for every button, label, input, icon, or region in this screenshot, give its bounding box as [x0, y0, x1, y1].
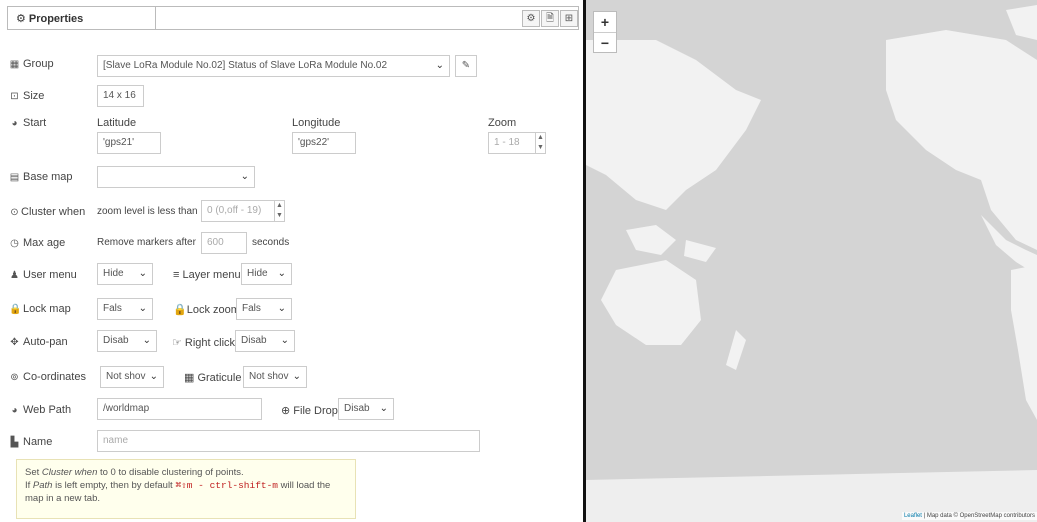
filedrop-label: ⊕ File Drop	[281, 405, 338, 417]
size-button[interactable]: 14 x 16	[97, 85, 144, 107]
leaflet-link[interactable]: Leaflet	[904, 513, 922, 519]
graticule-label: ▦ Graticule	[184, 372, 242, 384]
longitude-label: Longitude	[292, 117, 341, 129]
map-attribution: Leaflet | Map data © OpenStreetMap contr…	[901, 512, 1037, 520]
coords-label: ⊚ Co-ordinates	[10, 371, 86, 383]
chevron-down-icon: ⌄	[292, 371, 301, 382]
gear-icon: ⚙	[16, 13, 26, 25]
chevron-down-icon: ⌄	[435, 60, 444, 71]
cluster-text: zoom level is less than	[97, 206, 198, 217]
cluster-label: ⊙ Cluster when	[10, 206, 86, 218]
chevron-down-icon: ⌄	[277, 303, 286, 314]
tab-bar: ⚙ Properties ⚙ 🗎 ⊞	[7, 6, 579, 30]
map-tiles	[586, 0, 1037, 522]
webpath-label: ◕ Web Path	[9, 404, 71, 416]
lock-icon: 🔒	[173, 304, 187, 316]
chevron-down-icon: ⌄	[379, 403, 388, 414]
latitude-label: Latitude	[97, 117, 137, 129]
lock-icon: 🔒	[9, 304, 22, 315]
zoom-out-button[interactable]: −	[594, 33, 616, 53]
resize-icon: ⊡	[10, 91, 19, 102]
hand-pointer-icon: ☞	[172, 337, 185, 349]
lockmap-label: 🔒 Lock map	[9, 303, 71, 315]
chevron-down-icon: ⌄	[277, 268, 286, 279]
world-map[interactable]	[586, 0, 1037, 522]
autopan-select[interactable]: Disab ⌄	[97, 330, 157, 352]
coords-select[interactable]: Not shov ⌄	[100, 366, 164, 388]
cluster-stepper[interactable]: ▲ ▼	[274, 201, 284, 221]
rightclick-select[interactable]: Disab ⌄	[235, 330, 295, 352]
clock-icon: ◷	[10, 238, 19, 249]
group-select[interactable]: [Slave LoRa Module No.02] Status of Slav…	[97, 55, 450, 77]
zoom-in-button[interactable]: +	[594, 12, 616, 33]
settings-gear-icon[interactable]: ⚙	[522, 10, 540, 27]
size-label: ⊡ Size	[10, 90, 45, 102]
zoom-label: Zoom	[488, 117, 517, 129]
tip-line-1: Set Cluster when to 0 to disable cluster…	[25, 467, 244, 478]
maxage-text: Remove markers after	[97, 237, 196, 248]
file-icon: ▙	[10, 437, 19, 448]
name-label: ▙ Name	[10, 436, 53, 448]
basemap-label: ▤ Base map	[9, 171, 73, 183]
longitude-input[interactable]: 'gps22'	[292, 132, 356, 154]
map-icon: ▤	[9, 172, 20, 183]
group-select-value: [Slave LoRa Module No.02] Status of Slav…	[103, 60, 388, 71]
globe-icon: ◕	[11, 118, 18, 129]
tab-properties-label: Properties	[28, 13, 84, 25]
target-icon: ⊙	[10, 207, 19, 218]
zoom-stepper[interactable]: ▲ ▼	[535, 133, 545, 153]
lockzoom-select[interactable]: Fals ⌄	[236, 298, 292, 320]
crosshair-icon: ⊚	[10, 372, 19, 383]
tip-line-2: If Path is left empty, then by default ⌘…	[25, 480, 331, 491]
user-icon: ♟	[10, 270, 19, 281]
upload-icon: ⊕	[281, 405, 294, 417]
chevron-down-icon: ⌄	[138, 303, 147, 314]
table-icon: ▦	[9, 59, 20, 70]
chevron-down-icon: ⌄	[138, 268, 147, 279]
map-zoom-control: + −	[593, 11, 617, 53]
pencil-icon: ✎	[461, 60, 471, 71]
layermenu-select[interactable]: Hide ⌄	[241, 263, 292, 285]
graticule-select[interactable]: Not shov ⌄	[243, 366, 307, 388]
start-label: ◕ Start	[9, 117, 46, 129]
help-tip: Set Cluster when to 0 to disable cluster…	[16, 459, 356, 519]
layermenu-label: ≡ Layer menu	[173, 269, 241, 281]
tip-line-3: map in a new tab.	[25, 493, 100, 504]
appearance-icon[interactable]: ⊞	[560, 10, 578, 27]
usermenu-label: ♟ User menu	[10, 269, 77, 281]
lockzoom-label: 🔒Lock zoom	[173, 304, 240, 316]
basemap-select[interactable]: ⌄	[97, 166, 255, 188]
group-label: ▦ Group	[9, 58, 54, 70]
chevron-down-icon: ⌄	[280, 335, 289, 346]
edit-group-button[interactable]: ✎	[455, 55, 477, 77]
chevron-down-icon: ⌄	[149, 371, 158, 382]
maxage-input[interactable]: 600	[201, 232, 247, 254]
name-input[interactable]: name	[97, 430, 480, 452]
usermenu-select[interactable]: Hide ⌄	[97, 263, 153, 285]
description-icon[interactable]: 🗎	[541, 10, 559, 27]
grid-icon: ▦	[184, 372, 198, 384]
latitude-input[interactable]: 'gps21'	[97, 132, 161, 154]
zoom-input[interactable]: 1 - 18 ▲ ▼	[488, 132, 546, 154]
tab-properties[interactable]: ⚙ Properties	[8, 7, 156, 29]
maxage-label: ◷ Max age	[10, 237, 66, 249]
lockmap-select[interactable]: Fals ⌄	[97, 298, 153, 320]
filedrop-select[interactable]: Disab ⌄	[338, 398, 394, 420]
chevron-down-icon: ⌄	[240, 171, 249, 182]
cluster-input[interactable]: 0 (0,off - 19) ▲ ▼	[201, 200, 285, 222]
globe-icon: ◕	[11, 405, 18, 416]
properties-panel: ⚙ Properties ⚙ 🗎 ⊞ ▦ Group [Slave LoRa Mod…	[0, 0, 583, 522]
arrows-icon: ✥	[10, 337, 19, 348]
maxage-unit: seconds	[252, 237, 290, 248]
webpath-input[interactable]: /worldmap	[97, 398, 262, 420]
rightclick-label: ☞ Right click	[172, 337, 236, 349]
chevron-down-icon: ⌄	[142, 335, 151, 346]
autopan-label: ✥ Auto-pan	[10, 336, 68, 348]
